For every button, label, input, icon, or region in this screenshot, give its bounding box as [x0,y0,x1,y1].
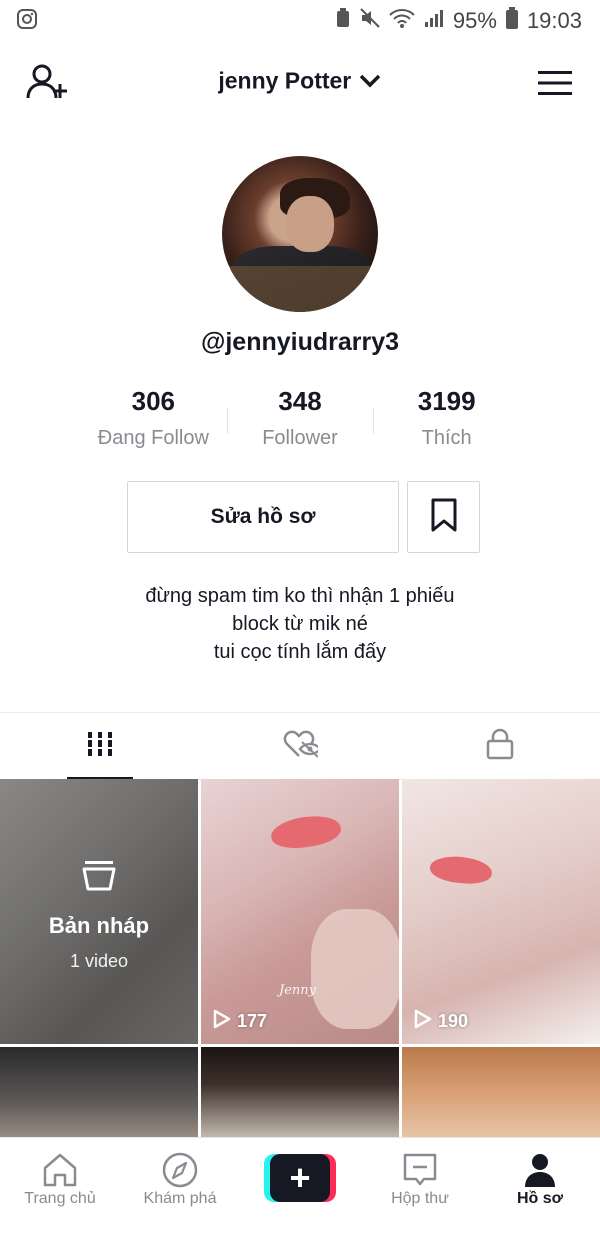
battery-saver-icon [335,7,351,35]
bio: đừng spam tim ko thì nhận 1 phiếu block … [0,582,600,666]
bookmark-icon [430,498,458,537]
play-icon [414,1009,432,1034]
video-watermark: Jenny [279,983,316,998]
account-switcher[interactable]: jenny Potter [0,66,600,94]
stat-value: 3199 [417,386,476,416]
tab-private[interactable] [400,713,600,779]
play-icon [213,1009,231,1034]
username: @jennyiudrarry3 [200,328,400,356]
stat-likes[interactable]: 3199 Thích [373,386,520,456]
video-thumbnail[interactable]: Jenny 177 [201,779,399,1044]
view-count-value: 190 [438,1011,469,1031]
plus-icon: + [270,1154,330,1202]
video-grid: Bản nháp 1 video Jenny 177 190 [0,779,600,1139]
stat-following[interactable]: 306 Đang Follow [80,386,227,456]
bottom-nav: Trang chủ Khám phá + Hộp thư Hồ sơ [0,1137,600,1234]
chevron-down-icon [358,67,382,93]
bio-line: đừng spam tim ko thì nhận 1 phiếu [145,585,455,607]
video-thumbnail[interactable]: 190 [402,779,600,1044]
nav-label: Hồ sơ [516,1190,564,1207]
favorites-button[interactable] [407,481,480,553]
bio-line: block từ mik né [232,613,368,635]
nav-label: Khám phá [143,1190,217,1207]
profile-stats: 306 Đang Follow 348 Follower 3199 Thích [80,386,520,456]
create-button[interactable]: + [264,1154,336,1202]
stat-label: Follower [262,427,338,449]
view-count: 177 [213,1009,267,1034]
stat-value: 306 [131,386,176,416]
bio-line: tui cọc tính lắm đấy [213,641,387,663]
hidden-heart-icon [282,729,322,764]
view-count-value: 177 [237,1011,268,1031]
nav-inbox[interactable]: Hộp thư [360,1152,480,1208]
drafts-box-icon [82,859,116,891]
nav-profile[interactable]: Hồ sơ [480,1152,600,1208]
video-thumbnail[interactable] [0,1047,198,1139]
drafts-title: Bản nháp [48,913,150,938]
grid-icon [86,730,114,763]
stat-label: Đang Follow [97,427,209,449]
nav-home[interactable]: Trang chủ [0,1152,120,1208]
battery-icon [505,6,519,36]
nav-discover[interactable]: Khám phá [120,1152,240,1208]
person-icon [480,1152,600,1188]
lock-icon [486,728,514,765]
clock: 19:03 [526,8,582,33]
compass-icon [120,1152,240,1188]
account-name: jenny Potter [218,67,352,94]
edit-profile-button[interactable]: Sửa hồ sơ [127,481,399,553]
battery-percent: 95% [452,8,497,33]
avatar[interactable] [222,156,378,312]
drafts-count: 1 video [69,951,129,971]
stat-value: 348 [278,386,322,416]
tab-videos[interactable] [0,713,200,780]
stat-followers[interactable]: 348 Follower [226,386,374,456]
status-bar: 95% 19:03 [0,0,600,40]
inbox-icon [360,1152,480,1188]
content-tabs [0,712,600,780]
signal-icon [423,7,445,35]
nav-label: Hộp thư [391,1190,449,1207]
menu-icon[interactable] [538,70,572,96]
instagram-icon [16,8,38,35]
profile-header: jenny Potter [0,52,600,114]
stat-label: Thích [421,427,472,449]
nav-label: Trang chủ [24,1190,96,1207]
video-thumbnail[interactable] [201,1047,399,1139]
home-icon [0,1152,120,1188]
mute-icon [359,7,381,35]
drafts-tile[interactable]: Bản nháp 1 video [0,779,198,1044]
view-count: 190 [414,1009,468,1034]
wifi-icon [389,7,415,35]
tab-liked[interactable] [200,713,400,779]
video-thumbnail[interactable] [402,1047,600,1139]
